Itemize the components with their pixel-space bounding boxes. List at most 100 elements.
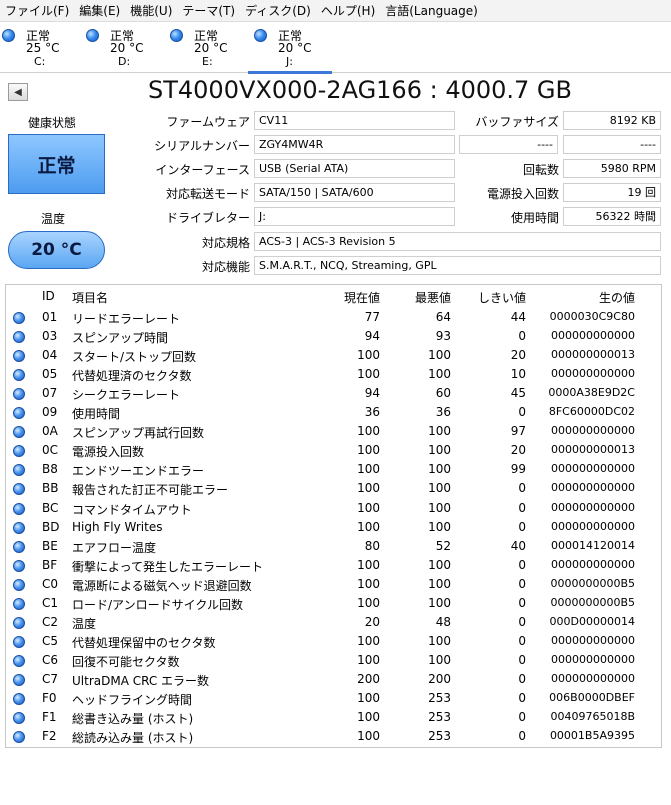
drive-tab-j[interactable]: 正常 20 °C J: xyxy=(248,25,332,74)
status-dot-icon xyxy=(13,540,25,553)
table-row[interactable]: C6 回復不可能セクタ数 100 100 0 000000000000 xyxy=(6,652,661,671)
table-row[interactable]: 01 リードエラーレート 77 64 44 0000030C9C80 xyxy=(6,309,661,328)
table-row[interactable]: F0 ヘッドフライング時間 100 253 0 006B0000DBEF xyxy=(6,690,661,709)
status-dot-icon xyxy=(2,29,15,42)
table-row[interactable]: BC コマンドタイムアウト 100 100 0 000000000000 xyxy=(6,500,661,519)
power-count-label: 電源投入回数 xyxy=(486,187,559,201)
attribute-id: 09 xyxy=(42,405,58,420)
table-row[interactable]: 04 スタート/ストップ回数 100 100 20 000000000013 xyxy=(6,347,661,366)
attribute-threshold: 20 xyxy=(510,443,526,458)
header-id[interactable]: ID xyxy=(42,289,55,303)
table-row[interactable]: B8 エンドツーエンドエラー 100 100 99 000000000000 xyxy=(6,461,661,480)
table-header: ID 項目名 現在値 最悪値 しきい値 生の値 xyxy=(6,285,661,307)
attribute-worst: 100 xyxy=(428,557,451,572)
attribute-id: 03 xyxy=(42,329,58,344)
attribute-name: リードエラーレート xyxy=(72,312,181,326)
table-row[interactable]: 09 使用時間 36 36 0 8FC60000DC02 xyxy=(6,404,661,423)
attribute-id: C2 xyxy=(42,614,59,629)
header-threshold[interactable]: しきい値 xyxy=(478,289,526,306)
attribute-raw: 000000000000 xyxy=(551,329,635,343)
table-row[interactable]: BB 報告された訂正不可能エラー 100 100 0 000000000000 xyxy=(6,480,661,499)
table-row[interactable]: F1 総書き込み量 (ホスト) 100 253 0 00409765018B xyxy=(6,709,661,728)
attribute-worst: 36 xyxy=(435,405,451,420)
attribute-raw: 006B0000DBEF xyxy=(549,691,635,704)
menu-language[interactable]: 言語(Language) xyxy=(380,2,483,19)
attribute-current: 100 xyxy=(357,424,380,439)
attribute-threshold: 0 xyxy=(518,595,526,610)
table-row[interactable]: F2 総読み込み量 (ホスト) 100 253 0 00001B5A9395 xyxy=(6,728,661,747)
attribute-worst: 100 xyxy=(428,462,451,477)
attribute-raw: 0000A38E9D2C xyxy=(548,386,635,400)
attribute-name: 電源投入回数 xyxy=(72,445,145,460)
table-row[interactable]: C5 代替処理保留中のセクタ数 100 100 0 000000000000 xyxy=(6,633,661,652)
temperature-button[interactable]: 20 °C xyxy=(8,231,105,269)
attribute-id: BB xyxy=(42,481,59,496)
attribute-name: 総読み込み量 (ホスト) xyxy=(72,731,194,746)
drive-tab-d[interactable]: 正常 20 °C D: xyxy=(84,25,162,71)
table-row[interactable]: BE エアフロー温度 80 52 40 000014120014 xyxy=(6,538,661,557)
table-row[interactable]: 03 スピンアップ時間 94 93 0 000000000000 xyxy=(6,328,661,347)
table-row[interactable]: C1 ロード/アンロードサイクル回数 100 100 0 0000000000B5 xyxy=(6,595,661,614)
attribute-threshold: 0 xyxy=(518,329,526,344)
previous-drive-button[interactable]: ◀ xyxy=(8,83,28,101)
attribute-raw: 000014120014 xyxy=(551,538,635,552)
menu-file[interactable]: ファイル(F) xyxy=(0,2,74,19)
status-dot-icon xyxy=(13,654,25,667)
header-name[interactable]: 項目名 xyxy=(72,289,108,306)
attribute-raw: 00409765018B xyxy=(550,710,635,724)
temperature-label: 温度 xyxy=(41,212,66,226)
header-worst[interactable]: 最悪値 xyxy=(415,289,451,306)
rotation-label: 回転数 xyxy=(522,163,559,177)
status-dot-icon xyxy=(13,331,25,344)
rotation-value: 5980 RPM xyxy=(563,159,661,178)
header-current[interactable]: 現在値 xyxy=(344,289,380,306)
table-row[interactable]: BF 衝撃によって発生したエラーレート 100 100 0 000000000000 xyxy=(6,557,661,576)
status-dot-icon xyxy=(13,369,25,382)
attribute-threshold: 45 xyxy=(510,386,526,401)
status-dot-icon xyxy=(254,29,267,42)
attribute-name: スピンアップ再試行回数 xyxy=(72,426,205,441)
menu-theme[interactable]: テーマ(T) xyxy=(177,2,240,19)
blank-value-2: ---- xyxy=(563,135,661,154)
table-row[interactable]: 0A スピンアップ再試行回数 100 100 97 000000000000 xyxy=(6,423,661,442)
menu-edit[interactable]: 編集(E) xyxy=(74,2,125,19)
table-row[interactable]: C7 UltraDMA CRC エラー数 200 200 0 000000000000 xyxy=(6,671,661,690)
attribute-threshold: 0 xyxy=(518,729,526,744)
attribute-threshold: 99 xyxy=(510,462,526,477)
attribute-name: スピンアップ時間 xyxy=(72,331,169,346)
attribute-name: 衝撃によって発生したエラーレート xyxy=(72,559,264,574)
attribute-id: B8 xyxy=(42,462,58,477)
table-row[interactable]: C0 電源断による磁気ヘッド退避回数 100 100 0 0000000000B5 xyxy=(6,576,661,595)
health-status-button[interactable]: 正常 xyxy=(8,134,105,194)
menu-function[interactable]: 機能(U) xyxy=(125,2,177,19)
attribute-worst: 100 xyxy=(428,519,451,534)
attribute-id: F2 xyxy=(42,729,57,744)
drive-tab-c[interactable]: 正常 25 °C C: xyxy=(0,25,78,71)
status-dot-icon xyxy=(13,407,25,420)
status-dot-icon xyxy=(13,445,25,458)
attribute-current: 94 xyxy=(364,386,380,401)
menu-disk[interactable]: ディスク(D) xyxy=(240,2,316,19)
header-raw[interactable]: 生の値 xyxy=(599,289,635,306)
status-dot-icon xyxy=(13,483,25,496)
table-row[interactable]: 07 シークエラーレート 94 60 45 0000A38E9D2C xyxy=(6,385,661,404)
table-row[interactable]: 0C 電源投入回数 100 100 20 000000000013 xyxy=(6,442,661,461)
drive-tab-e[interactable]: 正常 20 °C E: xyxy=(168,25,246,71)
drive-temp: 20 °C xyxy=(110,41,144,55)
attribute-worst: 100 xyxy=(428,576,451,591)
menu-help[interactable]: ヘルプ(H) xyxy=(316,2,380,19)
table-row[interactable]: BD High Fly Writes 100 100 0 000000000000 xyxy=(6,519,661,538)
attribute-threshold: 0 xyxy=(518,519,526,534)
status-dot-icon xyxy=(13,502,25,515)
attribute-name: UltraDMA CRC エラー数 xyxy=(72,673,210,688)
table-row[interactable]: 05 代替処理済のセクタ数 100 100 10 000000000000 xyxy=(6,366,661,385)
attribute-current: 100 xyxy=(357,576,380,591)
attribute-threshold: 20 xyxy=(510,348,526,363)
attribute-name: コマンドタイムアウト xyxy=(72,502,192,517)
table-row[interactable]: C2 温度 20 48 0 000D00000014 xyxy=(6,614,661,633)
status-dot-icon xyxy=(13,597,25,610)
attribute-name: スタート/ストップ回数 xyxy=(72,350,197,365)
drive-letter: C: xyxy=(34,55,46,68)
attribute-id: BF xyxy=(42,557,58,572)
attribute-current: 100 xyxy=(357,519,380,534)
